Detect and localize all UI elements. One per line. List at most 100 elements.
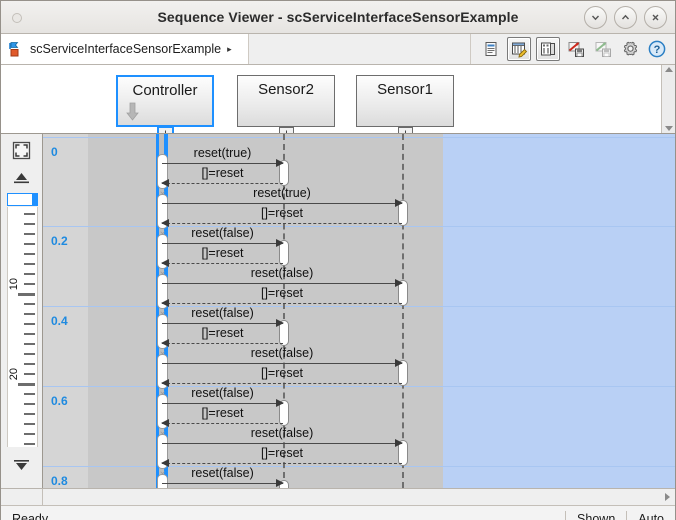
sequence-diagram-canvas[interactable]: 00.20.40.60.8 ××××××××× reset(true)[]=re… xyxy=(43,134,675,488)
ruler-minor-tick xyxy=(24,323,35,325)
save-diagram-icon[interactable] xyxy=(565,38,587,60)
expand-lifeline-button-controller[interactable]: + xyxy=(157,126,174,133)
scroll-to-bottom-icon[interactable] xyxy=(11,456,32,477)
export-diagram-icon[interactable] xyxy=(592,38,614,60)
message-label: reset(false) xyxy=(250,266,314,280)
time-label: 0.8 xyxy=(51,474,68,488)
horizontal-scrollbar[interactable] xyxy=(1,488,675,505)
maximize-button[interactable] xyxy=(614,6,637,29)
ruler-minor-tick xyxy=(24,243,35,245)
message-arrowhead-icon xyxy=(395,359,403,367)
message-line xyxy=(162,223,402,224)
ruler-minor-tick xyxy=(24,283,35,285)
expand-lifeline-button-sensor1[interactable]: + xyxy=(398,127,413,133)
scroll-down-arrow-icon[interactable] xyxy=(664,126,673,131)
time-gridline xyxy=(43,386,675,387)
minimize-button[interactable] xyxy=(584,6,607,29)
ruler-minor-tick xyxy=(24,333,35,335)
status-auto: Auto xyxy=(626,511,675,520)
document-properties-icon[interactable] xyxy=(480,38,502,60)
message-label: reset(false) xyxy=(191,226,254,240)
message-line xyxy=(162,463,402,464)
time-gridline xyxy=(43,306,675,307)
message-line xyxy=(162,203,402,204)
ruler-minor-tick xyxy=(24,433,35,435)
ruler-minor-tick xyxy=(24,353,35,355)
time-scale[interactable]: 10 20 xyxy=(7,207,38,447)
scroll-to-top-icon[interactable] xyxy=(11,166,32,187)
lifeline-label: Sensor2 xyxy=(258,81,314,98)
message-arrowhead-icon xyxy=(161,179,169,187)
activation-bar-controller[interactable] xyxy=(157,474,168,488)
message-label: reset(true) xyxy=(253,186,311,200)
message-label: []=reset xyxy=(201,406,244,420)
lifeline-box-sensor2[interactable]: Sensor2 xyxy=(237,75,335,127)
ruler-minor-tick xyxy=(24,233,35,235)
help-icon[interactable]: ? xyxy=(646,38,668,60)
message-arrowhead-icon xyxy=(276,239,284,247)
expand-lifeline-button-sensor2[interactable]: + xyxy=(279,127,294,133)
time-ruler-panel: 10 20 xyxy=(1,134,43,488)
time-label: 0.4 xyxy=(51,314,68,328)
status-shown: Shown xyxy=(565,511,626,520)
lifeline-header: Controller + Sensor2 + Sensor1 + xyxy=(1,65,675,134)
message-line xyxy=(162,183,283,184)
scroll-up-arrow-icon[interactable] xyxy=(664,67,673,72)
message-line xyxy=(162,363,402,364)
time-label: 0 xyxy=(51,145,58,159)
lifeline-dashed-sensor1[interactable] xyxy=(402,134,404,488)
time-label: 0.6 xyxy=(51,394,68,408)
ruler-minor-tick xyxy=(24,343,35,345)
message-line xyxy=(162,483,283,484)
toolbar-spacer xyxy=(249,34,471,64)
edit-columns-icon[interactable] xyxy=(536,37,560,61)
hscroll-track[interactable] xyxy=(43,489,659,505)
ruler-tick-label: 10 xyxy=(8,278,20,291)
edit-sequence-icon[interactable] xyxy=(507,37,531,61)
message-arrowhead-icon xyxy=(395,199,403,207)
ruler-major-tick xyxy=(18,383,35,386)
message-arrowhead-icon xyxy=(395,439,403,447)
message-arrowhead-icon xyxy=(161,219,169,227)
message-line xyxy=(162,383,402,384)
close-button[interactable] xyxy=(644,6,667,29)
hscroll-right-arrow-icon[interactable] xyxy=(659,489,675,505)
ruler-minor-tick xyxy=(24,363,35,365)
ruler-minor-tick xyxy=(24,303,35,305)
ruler-minor-tick xyxy=(24,213,35,215)
fit-to-window-icon[interactable] xyxy=(11,140,32,161)
message-line xyxy=(162,323,283,324)
time-zoom-slider[interactable] xyxy=(7,193,38,206)
message-line xyxy=(162,403,283,404)
breadcrumb-label: scServiceInterfaceSensorExample xyxy=(30,42,222,56)
time-gridline xyxy=(43,466,675,467)
message-label: []=reset xyxy=(201,326,244,340)
window-title: Sequence Viewer - scServiceInterfaceSens… xyxy=(157,9,519,25)
breadcrumb-chevron-right-icon[interactable]: ▸ xyxy=(227,44,232,55)
lifeline-down-arrow-icon xyxy=(126,102,139,122)
status-bar: Ready Shown Auto xyxy=(1,505,675,520)
lifeline-box-controller[interactable]: Controller xyxy=(116,75,214,127)
message-arrowhead-icon xyxy=(276,479,284,487)
ruler-minor-tick xyxy=(24,423,35,425)
message-label: []=reset xyxy=(201,246,244,260)
message-arrowhead-icon xyxy=(161,259,169,267)
breadcrumb[interactable]: scServiceInterfaceSensorExample ▸ xyxy=(1,34,249,64)
ruler-minor-tick xyxy=(24,413,35,415)
header-vertical-scrollbar[interactable] xyxy=(661,65,675,133)
ruler-minor-tick xyxy=(24,263,35,265)
toolbar: scServiceInterfaceSensorExample ▸ ? xyxy=(1,34,675,65)
ruler-minor-tick xyxy=(24,393,35,395)
lifeline-label: Controller xyxy=(132,82,198,99)
message-label: []=reset xyxy=(260,446,304,460)
settings-gear-icon[interactable] xyxy=(619,38,641,60)
ruler-minor-tick xyxy=(24,373,35,375)
toolbar-buttons: ? xyxy=(471,37,675,61)
lifeline-box-sensor1[interactable]: Sensor1 xyxy=(356,75,454,127)
window-menu-dot[interactable] xyxy=(12,13,22,23)
time-column xyxy=(43,134,88,488)
message-arrowhead-icon xyxy=(161,339,169,347)
message-label: []=reset xyxy=(260,206,304,220)
message-arrowhead-icon xyxy=(161,379,169,387)
message-label: []=reset xyxy=(260,286,304,300)
